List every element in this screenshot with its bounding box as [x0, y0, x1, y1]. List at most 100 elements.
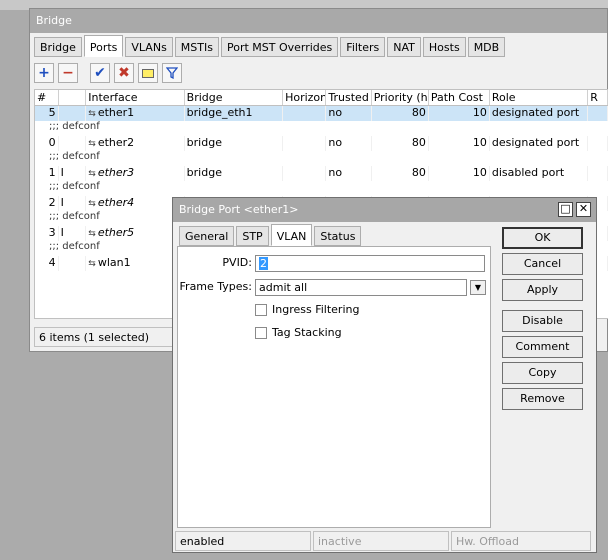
tab-hosts[interactable]: Hosts: [422, 37, 466, 57]
cell-num: 4: [35, 256, 59, 271]
frame-types-dropdown-button[interactable]: ▼: [470, 280, 486, 295]
cell-priority: 80: [372, 166, 429, 181]
cell-horizon: [283, 166, 327, 181]
tab-filters[interactable]: Filters: [340, 37, 386, 57]
col-num[interactable]: #: [35, 90, 59, 105]
dialog-title: Bridge Port <ether1>: [179, 203, 299, 216]
close-icon: ✕: [578, 202, 589, 215]
ethernet-port-icon: ⇆: [88, 109, 96, 119]
dialog-title-bar: Bridge Port <ether1> □ ✕: [173, 198, 596, 222]
tab-status[interactable]: Status: [314, 226, 362, 246]
interface-name: ether1: [97, 106, 135, 119]
cell-horizon: [283, 106, 327, 121]
comment-button[interactable]: [138, 63, 158, 83]
minus-icon: −: [62, 65, 74, 81]
status-enabled: enabled: [175, 531, 311, 551]
ok-button[interactable]: OK: [502, 227, 583, 249]
cancel-button[interactable]: Cancel: [502, 253, 583, 275]
cell-role: designated port: [490, 136, 589, 151]
dialog-tabs: General STP VLAN Status: [179, 224, 363, 246]
cell-trusted: no: [326, 106, 372, 121]
table-row[interactable]: 0 ⇆ ether2 bridge no 80 10 designated port: [35, 136, 608, 151]
interface-name: ether3: [97, 166, 135, 179]
col-trusted[interactable]: Trusted: [326, 90, 372, 105]
close-button[interactable]: ✕: [576, 202, 591, 217]
col-r[interactable]: R: [588, 90, 608, 105]
comment-button[interactable]: Comment: [502, 336, 583, 358]
row-comment: ;;; defconf: [49, 151, 100, 162]
remove-button[interactable]: −: [58, 63, 78, 83]
tab-vlans[interactable]: VLANs: [125, 37, 173, 57]
col-bridge[interactable]: Bridge: [185, 90, 284, 105]
filter-icon: [166, 67, 178, 79]
cell-interface: ⇆ ether5: [86, 226, 185, 241]
pvid-input[interactable]: 2: [255, 255, 485, 272]
cell-priority: 80: [372, 136, 429, 151]
disable-button[interactable]: ✖: [114, 63, 134, 83]
frame-types-select[interactable]: admit all: [255, 279, 467, 296]
status-hw-offload: Hw. Offload: [451, 531, 591, 551]
cell-interface: ⇆ ether3: [86, 166, 185, 181]
cell-r: [588, 106, 608, 121]
bridge-toolbar: + − ✔ ✖: [34, 63, 186, 87]
col-priority[interactable]: Priority (h...: [372, 90, 429, 105]
cell-bridge: bridge: [185, 166, 284, 181]
ethernet-port-icon: ⇆: [88, 169, 96, 179]
remove-button[interactable]: Remove: [502, 388, 583, 410]
tab-mstis[interactable]: MSTIs: [174, 37, 219, 57]
maximize-button[interactable]: □: [558, 202, 573, 217]
col-horizon[interactable]: Horizon: [283, 90, 327, 105]
apply-button[interactable]: Apply: [502, 279, 583, 301]
cell-flag: I: [59, 166, 87, 181]
frame-types-value: admit all: [259, 281, 308, 294]
pvid-label: PVID:: [222, 256, 252, 269]
filter-button[interactable]: [162, 63, 182, 83]
col-interface[interactable]: Interface: [86, 90, 185, 105]
pvid-value: 2: [259, 257, 268, 270]
table-row[interactable]: 1 I ⇆ ether3 bridge no 80 10 disabled port: [35, 166, 608, 181]
ingress-filtering-checkbox[interactable]: [255, 304, 267, 316]
col-role[interactable]: Role: [490, 90, 589, 105]
maximize-icon: □: [560, 202, 571, 215]
add-button[interactable]: +: [34, 63, 54, 83]
plus-icon: +: [38, 65, 50, 81]
table-header: # Interface Bridge Horizon Trusted Prior…: [35, 90, 608, 106]
col-path-cost[interactable]: Path Cost: [429, 90, 490, 105]
tab-ports[interactable]: Ports: [83, 35, 124, 57]
tab-vlan[interactable]: VLAN: [270, 224, 313, 246]
cell-flag: I: [59, 196, 87, 211]
tab-bridge[interactable]: Bridge: [34, 37, 82, 57]
tab-general[interactable]: General: [179, 226, 235, 246]
cell-num: 5: [35, 106, 59, 121]
interface-name: ether2: [97, 136, 135, 149]
cell-interface: ⇆ ether4: [86, 196, 185, 211]
cell-trusted: no: [326, 166, 372, 181]
cell-flag: [59, 106, 87, 121]
tab-nat[interactable]: NAT: [387, 37, 421, 57]
tag-stacking-checkbox[interactable]: [255, 327, 267, 339]
cell-interface: ⇆ ether1: [86, 106, 185, 121]
cell-flag: I: [59, 226, 87, 241]
cell-r: [588, 136, 608, 151]
tab-port-mst-overrides[interactable]: Port MST Overrides: [220, 37, 339, 57]
col-flag: [59, 90, 87, 105]
cell-path-cost: 10: [429, 136, 490, 151]
cross-icon: ✖: [118, 65, 130, 81]
tag-stacking-label: Tag Stacking: [272, 326, 342, 339]
cell-flag: [59, 256, 87, 271]
cell-path-cost: 10: [429, 106, 490, 121]
cell-num: 1: [35, 166, 59, 181]
cell-bridge: bridge: [185, 136, 284, 151]
cell-r: [588, 166, 608, 181]
table-row[interactable]: 5 ⇆ ether1 bridge_eth1 no 80 10 designated port: [35, 106, 608, 121]
ethernet-port-icon: ⇆: [88, 259, 96, 269]
disable-button[interactable]: Disable: [502, 310, 583, 332]
copy-button[interactable]: Copy: [502, 362, 583, 384]
ethernet-port-icon: ⇆: [88, 139, 96, 149]
tab-mdb[interactable]: MDB: [467, 37, 506, 57]
cell-flag: [59, 136, 87, 151]
tab-stp[interactable]: STP: [236, 226, 269, 246]
enable-button[interactable]: ✔: [90, 63, 110, 83]
cell-horizon: [283, 136, 327, 151]
cell-interface: ⇆ ether2: [86, 136, 185, 151]
